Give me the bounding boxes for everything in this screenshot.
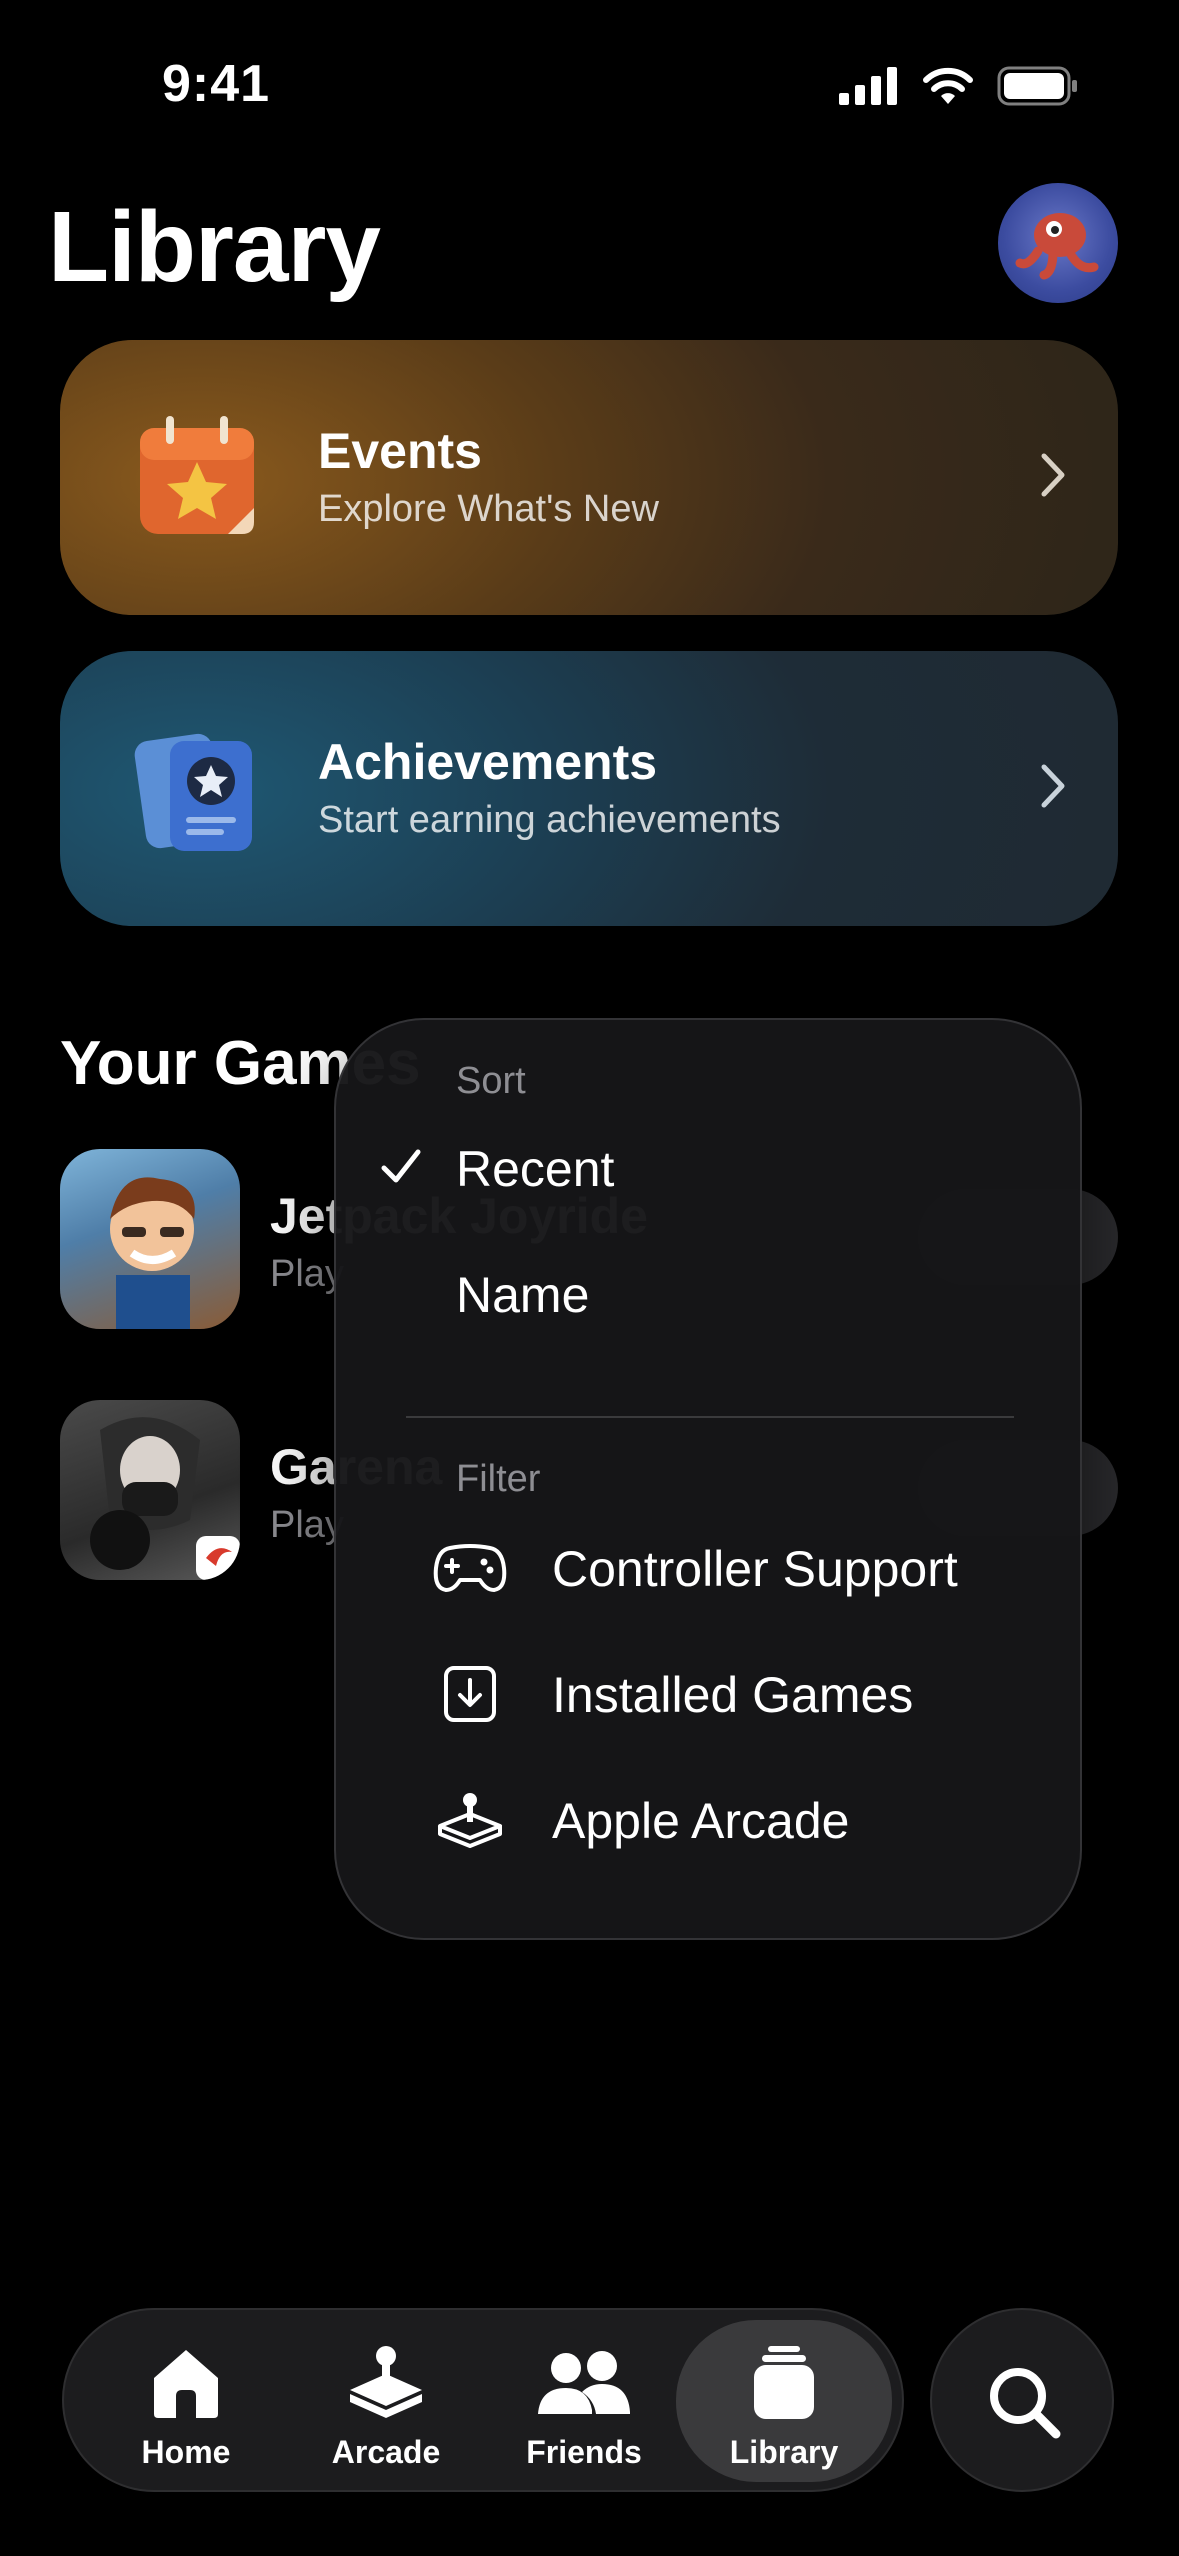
search-button[interactable] <box>930 2308 1114 2492</box>
jetpack-joyride-app-icon <box>60 1149 240 1329</box>
battery-icon <box>997 66 1077 106</box>
tab-arcade[interactable]: Arcade <box>286 2320 486 2482</box>
game-character-icon <box>90 1417 240 1580</box>
calendar-star-icon <box>140 416 254 534</box>
filter-option-apple-arcade[interactable]: Apple Arcade <box>336 1764 1084 1874</box>
download-box-icon <box>444 1666 496 1722</box>
tab-home[interactable]: Home <box>86 2320 286 2482</box>
cellular-signal-icon <box>839 67 897 105</box>
menu-divider <box>406 1416 1014 1418</box>
achievements-subtitle: Start earning achievements <box>318 799 781 841</box>
status-icons <box>839 66 1079 106</box>
sort-option-name[interactable]: Name <box>336 1238 1084 1348</box>
garena-app-icon <box>60 1400 240 1580</box>
filter-option-label: Installed Games <box>552 1667 914 1723</box>
tab-bar: Home Arcade Friends Library <box>62 2308 904 2492</box>
chevron-right-icon <box>1041 764 1065 808</box>
chevron-right-icon <box>1041 453 1065 497</box>
sort-filter-menu: Sort Recent Name Filter Controller Suppo… <box>334 1018 1082 1940</box>
sort-option-label: Name <box>456 1267 590 1323</box>
gamecontroller-icon <box>433 1544 507 1592</box>
page-title: Library <box>48 191 381 303</box>
achievements-title: Achievements <box>318 734 658 790</box>
filter-option-label: Controller Support <box>552 1541 958 1597</box>
arcade-joystick-icon <box>350 2346 422 2418</box>
arcade-joystick-icon <box>438 1793 502 1848</box>
achievements-card[interactable]: Achievements Start earning achievements <box>60 651 1118 926</box>
events-subtitle: Explore What's New <box>318 488 659 530</box>
filter-option-controller-support[interactable]: Controller Support <box>336 1512 1084 1622</box>
checkmark-icon <box>381 1149 421 1183</box>
sort-option-label: Recent <box>456 1141 615 1197</box>
people-icon <box>538 2351 630 2414</box>
tab-label: Library <box>729 2434 839 2470</box>
status-time: 9:41 <box>162 55 271 113</box>
achievement-cards-icon <box>134 733 252 851</box>
house-icon <box>154 2350 218 2418</box>
tab-library[interactable]: Library <box>676 2320 892 2482</box>
events-title: Events <box>318 423 482 479</box>
wifi-icon <box>923 67 973 104</box>
tab-friends[interactable]: Friends <box>484 2320 684 2482</box>
stack-icon <box>754 2346 814 2419</box>
tab-label: Home <box>141 2434 231 2470</box>
game-character-icon <box>110 1177 195 1329</box>
game-subtitle: Play <box>270 1253 344 1295</box>
search-icon <box>990 2368 1061 2439</box>
sort-header: Sort <box>456 1060 526 1102</box>
tab-label: Arcade <box>331 2434 441 2470</box>
tab-label: Friends <box>526 2434 642 2470</box>
game-subtitle: Play <box>270 1504 344 1546</box>
status-bar: 9:41 <box>0 0 1179 170</box>
events-card[interactable]: Events Explore What's New <box>60 340 1118 615</box>
avatar[interactable] <box>998 183 1118 303</box>
filter-option-label: Apple Arcade <box>552 1793 850 1849</box>
avatar-character-icon <box>1015 213 1099 280</box>
sort-option-recent[interactable]: Recent <box>336 1112 1084 1222</box>
filter-header: Filter <box>456 1458 541 1500</box>
filter-option-installed-games[interactable]: Installed Games <box>336 1638 1084 1748</box>
